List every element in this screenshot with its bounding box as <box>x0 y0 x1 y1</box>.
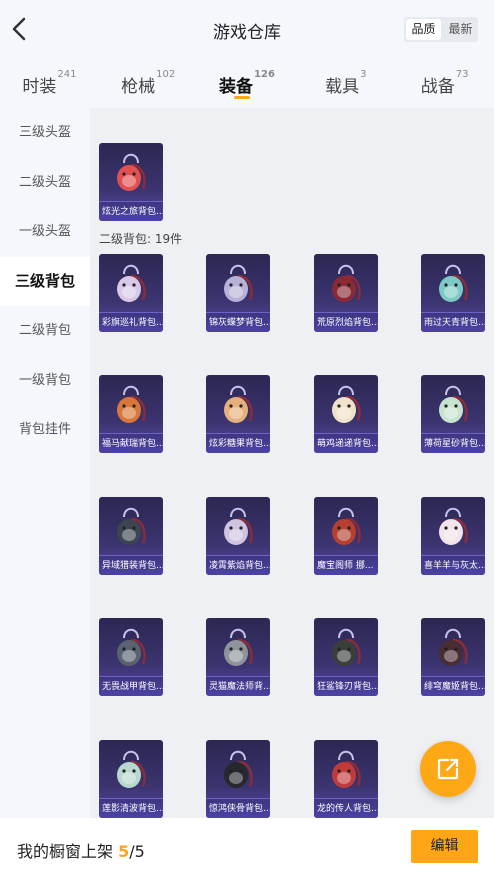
backpack-icon <box>224 750 253 788</box>
backpack-icon <box>224 628 253 666</box>
tab-1[interactable]: 枪械102 <box>99 58 198 108</box>
item-name: 无畏战甲背包... <box>99 676 163 696</box>
backpack-card[interactable]: 绯穹魔姬背包... <box>421 618 485 696</box>
sidebar-item[interactable]: 一级背包 <box>0 356 90 406</box>
backpack-icon <box>117 153 146 191</box>
backpack-card[interactable]: 彩旗巡礼背包... <box>99 254 163 332</box>
item-name: 炫彩糖果背包... <box>206 433 270 453</box>
item-name: 狂鲨锋刃背包... <box>314 676 378 696</box>
backpack-icon <box>332 264 361 302</box>
backpack-card[interactable]: 薄荷星砂背包... <box>421 375 485 453</box>
tab-count: 241 <box>57 69 77 80</box>
item-name: 雨过天青背包... <box>421 312 485 332</box>
tab-label: 战备 <box>420 77 455 97</box>
backpack-card[interactable]: 锦灰蝶梦背包... <box>206 254 270 332</box>
tab-label: 装备 <box>219 77 254 97</box>
backpack-card[interactable]: 凌霄紫焰背包... <box>206 497 270 575</box>
backpack-icon <box>117 264 146 302</box>
sidebar-item[interactable]: 三级头盔 <box>0 108 90 158</box>
item-name: 莲影清波背包... <box>99 798 163 818</box>
tab-4[interactable]: 战备73 <box>395 58 494 108</box>
backpack-icon <box>224 385 253 423</box>
category-tabs: 时装241 枪械102 装备126 载具3 战备73 <box>0 58 494 108</box>
backpack-card[interactable]: 异域猎装背包... <box>99 497 163 575</box>
backpack-icon <box>439 385 468 423</box>
backpack-card[interactable]: 萌鸡递递背包... <box>314 375 378 453</box>
tab-3[interactable]: 载具3 <box>296 58 395 108</box>
backpack-icon <box>117 385 146 423</box>
header: 游戏仓库 品质 最新 <box>0 0 494 58</box>
item-name: 锦灰蝶梦背包... <box>206 312 270 332</box>
showcase-status: 我的橱窗上架 5/5 <box>17 838 145 862</box>
backpack-icon <box>332 385 361 423</box>
backpack-card[interactable]: 魔宝阁师 挪... <box>314 497 378 575</box>
item-name: 福马献瑞背包... <box>99 433 163 453</box>
sidebar-item[interactable]: 二级背包 <box>0 306 90 356</box>
backpack-card[interactable]: 荒原烈焰背包... <box>314 254 378 332</box>
backpack-card[interactable]: 喜羊羊与灰太... <box>421 497 485 575</box>
tab-label: 枪械 <box>121 77 156 97</box>
item-name: 炫光之旅背包... <box>99 201 163 221</box>
backpack-icon <box>117 507 146 545</box>
sidebar-item[interactable]: 背包挂件 <box>0 405 90 455</box>
sort-newest-button[interactable]: 最新 <box>443 17 478 42</box>
external-link-icon <box>437 758 459 780</box>
item-name: 萌鸡递递背包... <box>314 433 378 453</box>
tab-0[interactable]: 时装241 <box>0 58 99 108</box>
item-name: 薄荷星砂背包... <box>421 433 485 453</box>
backpack-card[interactable]: 无畏战甲背包... <box>99 618 163 696</box>
tab-label: 时装 <box>22 77 57 97</box>
item-name: 惊鸿侠骨背包... <box>206 798 270 818</box>
backpack-card[interactable]: 狂鲨锋刃背包... <box>314 618 378 696</box>
showcase-count: 5 <box>118 842 130 861</box>
item-name: 魔宝阁师 挪... <box>314 555 378 575</box>
sort-quality-button[interactable]: 品质 <box>406 19 441 40</box>
showcase-total: /5 <box>129 842 145 861</box>
backpack-icon <box>224 264 253 302</box>
item-name: 绯穹魔姬背包... <box>421 676 485 696</box>
backpack-icon <box>332 750 361 788</box>
item-name: 喜羊羊与灰太... <box>421 555 485 575</box>
backpack-icon <box>332 628 361 666</box>
item-name: 彩旗巡礼背包... <box>99 312 163 332</box>
backpack-card[interactable]: 福马献瑞背包... <box>99 375 163 453</box>
sidebar-item[interactable]: 一级头盔 <box>0 207 90 257</box>
section-title: 二级背包: 19件 <box>99 232 183 246</box>
item-name: 凌霄紫焰背包... <box>206 555 270 575</box>
backpack-card[interactable]: 雨过天青背包... <box>421 254 485 332</box>
item-name: 荒原烈焰背包... <box>314 312 378 332</box>
backpack-icon <box>439 507 468 545</box>
showcase-label: 我的橱窗上架 <box>17 842 114 861</box>
sidebar: 三级头盔 二级头盔 一级头盔 三级背包 二级背包 一级背包 背包挂件 <box>0 108 90 818</box>
sidebar-item[interactable]: 二级头盔 <box>0 158 90 208</box>
backpack-icon <box>117 628 146 666</box>
tab-2[interactable]: 装备126 <box>198 58 297 108</box>
sort-toggle: 品质 最新 <box>404 17 478 42</box>
tab-count: 3 <box>360 69 367 80</box>
tab-count: 102 <box>156 69 176 80</box>
tab-count: 73 <box>455 69 469 80</box>
backpack-card[interactable]: 龙的传人背包... <box>314 740 378 818</box>
backpack-card[interactable]: 炫彩糖果背包... <box>206 375 270 453</box>
item-name: 异域猎装背包... <box>99 555 163 575</box>
backpack-icon <box>332 507 361 545</box>
backpack-card[interactable]: 莲影清波背包... <box>99 740 163 818</box>
backpack-card[interactable]: 灵猫魔法师背... <box>206 618 270 696</box>
featured-item-card[interactable]: 炫光之旅背包... <box>99 143 163 221</box>
backpack-icon <box>439 264 468 302</box>
tab-label: 载具 <box>325 77 360 97</box>
backpack-icon <box>117 750 146 788</box>
footer-bar: 我的橱窗上架 5/5 编辑 <box>0 818 494 875</box>
backpack-icon <box>224 507 253 545</box>
share-button[interactable] <box>420 741 476 797</box>
sidebar-item[interactable]: 三级背包 <box>0 256 90 306</box>
item-name: 灵猫魔法师背... <box>206 676 270 696</box>
backpack-card[interactable]: 惊鸿侠骨背包... <box>206 740 270 818</box>
item-name: 龙的传人背包... <box>314 798 378 818</box>
item-grid: 二级背包: 19件 炫光之旅背包... 彩旗巡礼背包... 锦灰蝶梦背包... 荒原烈… <box>90 108 494 818</box>
edit-button[interactable]: 编辑 <box>411 830 478 863</box>
tab-count: 126 <box>254 69 275 80</box>
backpack-icon <box>439 628 468 666</box>
